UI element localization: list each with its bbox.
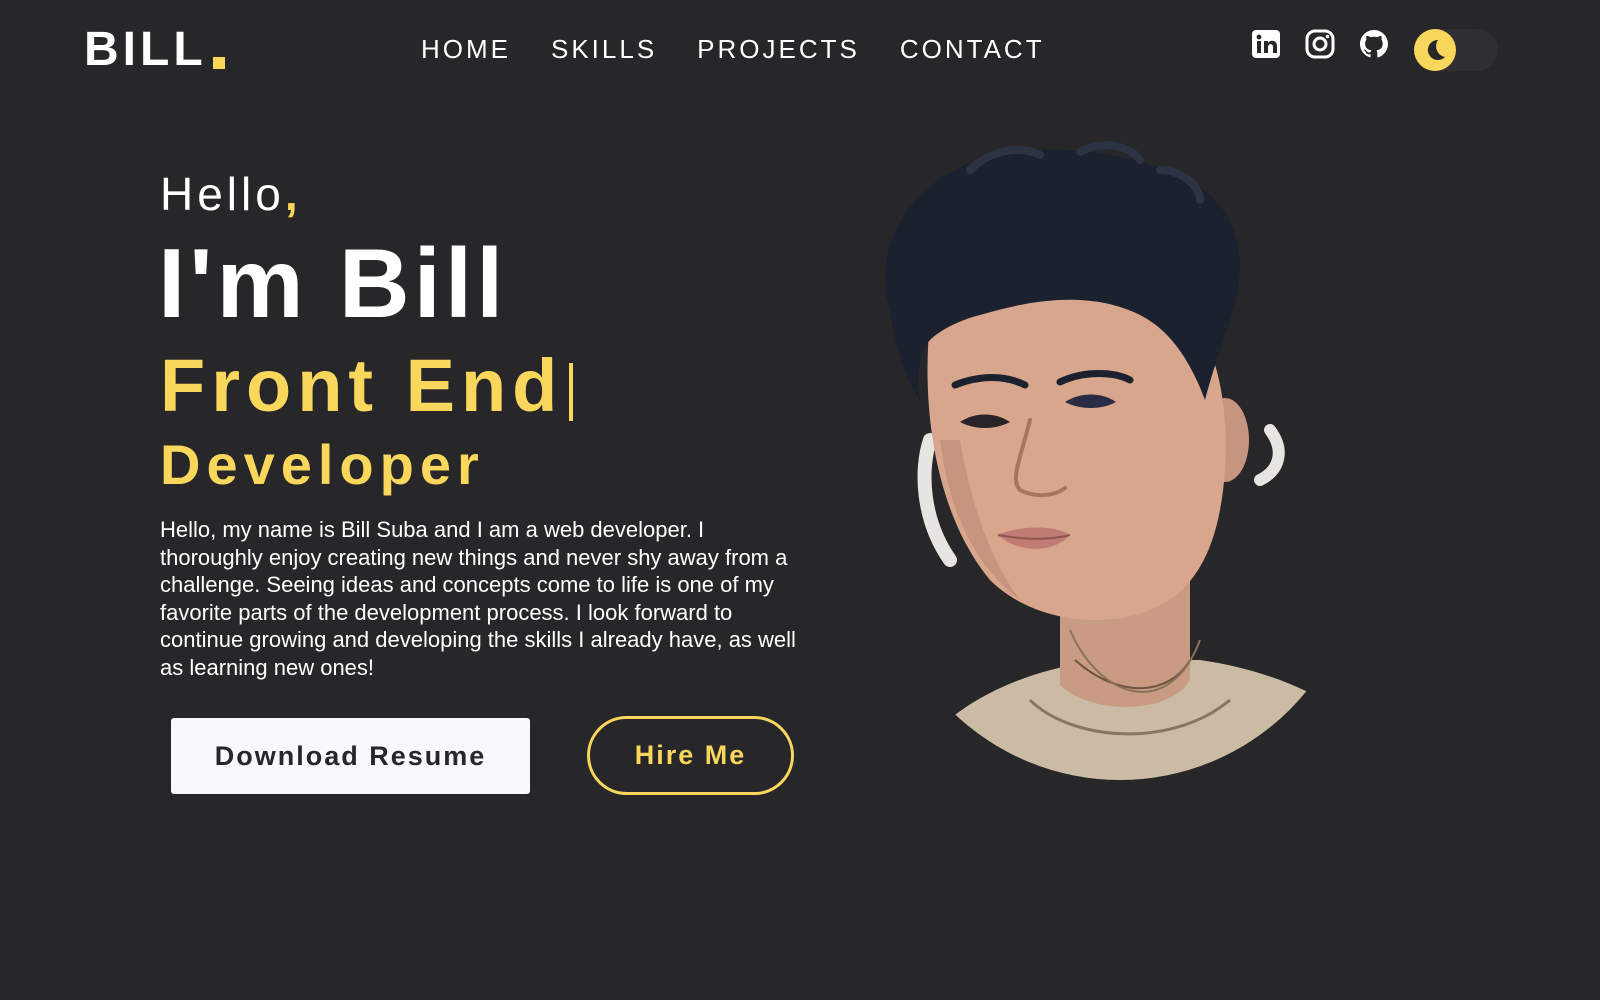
- hire-me-button[interactable]: Hire Me: [587, 716, 794, 795]
- hero-name: I'm Bill: [158, 228, 508, 338]
- nav-contact[interactable]: CONTACT: [900, 32, 1045, 66]
- greeting-text: Hello: [160, 168, 285, 220]
- hero-role-line1: Front End: [160, 344, 574, 428]
- toggle-knob: [1414, 29, 1456, 71]
- logo-dot: [212, 57, 225, 69]
- hero-role-line2: Developer: [160, 433, 485, 496]
- github-icon[interactable]: [1358, 28, 1390, 60]
- main-nav: HOME SKILLS PROJECTS CONTACT: [421, 32, 1045, 66]
- nav-skills[interactable]: SKILLS: [551, 32, 657, 66]
- hero-greeting: Hello,: [160, 166, 302, 222]
- instagram-icon[interactable]: [1304, 28, 1336, 60]
- theme-toggle[interactable]: [1414, 29, 1498, 71]
- portfolio-page: BILL HOME SKILLS PROJECTS CONTACT Hello,…: [0, 0, 1600, 1000]
- linkedin-icon[interactable]: [1250, 28, 1282, 60]
- nav-projects[interactable]: PROJECTS: [697, 32, 860, 66]
- hero-bio: Hello, my name is Bill Suba and I am a w…: [160, 517, 796, 680]
- profile-portrait: [884, 141, 1360, 780]
- typing-cursor: [569, 363, 574, 421]
- logo-text: BILL: [84, 23, 207, 76]
- logo[interactable]: BILL: [84, 22, 225, 78]
- greeting-comma: ,: [284, 168, 302, 220]
- social-links: [1250, 28, 1390, 60]
- role-line1-text: Front End: [160, 344, 564, 427]
- download-resume-button[interactable]: Download Resume: [171, 718, 530, 794]
- nav-home[interactable]: HOME: [421, 32, 511, 66]
- moon-icon: [1427, 39, 1445, 60]
